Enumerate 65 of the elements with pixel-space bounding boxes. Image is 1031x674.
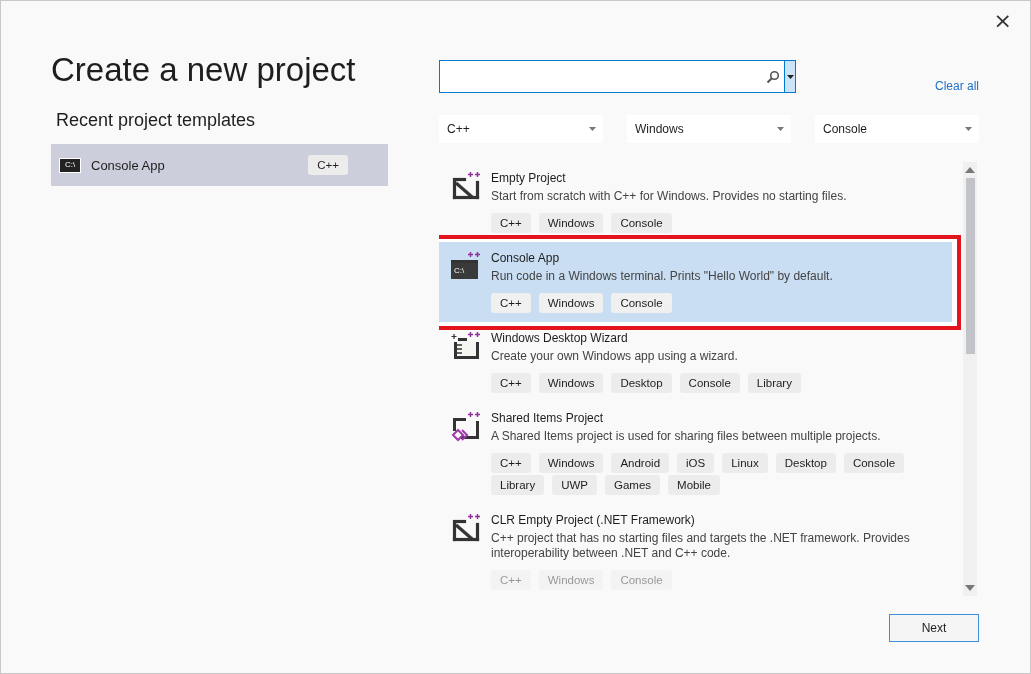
template-tag: Console: [611, 213, 672, 233]
blank-project-icon: [451, 514, 481, 544]
template-item[interactable]: Empty Project Start from scratch with C++ for Windows. Provides no starting files. C++ Windows Console: [439, 162, 961, 242]
search-icon: [766, 69, 780, 84]
template-item[interactable]: CLR Empty Project (.NET Framework) C++ project that has no starting files and targets the .NET framework. Provides interoperability between .NET and C++ code. C++ Windows Console: [439, 504, 961, 596]
template-tag: Console: [679, 373, 740, 393]
scrollbar[interactable]: [963, 162, 977, 596]
template-item[interactable]: C:\ Console App Run code in a Windows terminal. Prints "Hello World" by default. C++ Windows Console: [439, 242, 952, 322]
template-tag: Desktop: [611, 373, 672, 393]
caret-icon: [589, 127, 596, 131]
scroll-down-arrow-icon[interactable]: [965, 585, 975, 591]
dialog-title: Create a new project: [51, 50, 357, 90]
template-tag: Console: [611, 570, 672, 590]
template-name: Shared Items Project: [491, 410, 605, 426]
template-tag: C++: [491, 373, 531, 393]
caret-icon: [965, 127, 972, 131]
template-tag: Linux: [722, 453, 768, 473]
template-tag: Windows: [538, 373, 604, 393]
caret-icon: [786, 74, 794, 79]
filter-dropdown[interactable]: Windows: [627, 115, 791, 143]
filter-dropdown[interactable]: C++: [439, 115, 603, 143]
template-tag: Windows: [538, 570, 604, 590]
template-tag: Console: [611, 293, 672, 313]
template-tag: Library: [747, 373, 801, 393]
template-tag: Desktop: [775, 453, 836, 473]
template-tag: Android: [611, 453, 670, 473]
clear-all-link[interactable]: Clear all: [935, 79, 979, 93]
template-tag: Games: [605, 475, 661, 495]
template-description: C++ project that has no starting files and targets the .NET framework. Provides interoperability between .NET and C++ code.: [491, 531, 911, 561]
template-tag: Windows: [538, 213, 604, 233]
template-item[interactable]: Shared Items Project A Shared Items project is used for sharing files between multiple projects. C++ Windows Android iOS Linux Desktop Console Library UWP Games Mobile: [439, 402, 961, 504]
language-tag: C++: [308, 155, 348, 175]
template-tag: C++: [491, 293, 531, 313]
template-description: Create your own Windows app using a wizard.: [491, 349, 739, 364]
template-tag: Console: [843, 453, 905, 473]
recent-template-item[interactable]: C:\ Console App C++: [51, 144, 388, 186]
template-tag: Windows: [538, 453, 604, 473]
template-name: Console App: [491, 250, 561, 266]
section-heading: Recent project templates: [56, 109, 256, 132]
blank-project-icon: [451, 172, 481, 202]
search-field[interactable]: [439, 60, 796, 93]
template-tag: Windows: [538, 293, 604, 313]
template-tag: UWP: [552, 475, 597, 495]
template-description: A Shared Items project is used for sharing files between multiple projects.: [491, 429, 882, 444]
template-tag: Library: [491, 475, 545, 495]
filter-dropdown[interactable]: Console: [815, 115, 979, 143]
template-tag: C++: [491, 213, 531, 233]
next-button[interactable]: Next: [889, 614, 979, 642]
scroll-up-arrow-icon[interactable]: [965, 167, 975, 173]
template-name: CLR Empty Project (.NET Framework): [491, 512, 696, 528]
console-icon: C:\: [59, 157, 81, 173]
template-tag: C++: [491, 453, 531, 473]
template-tag: C++: [491, 570, 531, 590]
template-description: Run code in a Windows terminal. Prints "Hello World" by default.: [491, 269, 834, 284]
template-name: Windows Desktop Wizard: [491, 330, 629, 346]
template-tag: Mobile: [668, 475, 720, 495]
template-description: Start from scratch with C++ for Windows. Provides no starting files.: [491, 189, 848, 204]
wizard-icon: [451, 332, 481, 362]
shared-project-icon: [451, 412, 481, 442]
caret-icon: [777, 127, 784, 131]
template-tag: iOS: [677, 453, 715, 473]
search-dropdown-button[interactable]: [784, 61, 795, 92]
template-name: Empty Project: [491, 170, 567, 186]
template-item[interactable]: Windows Desktop Wizard Create your own Windows app using a wizard. C++ Windows Desktop Console Library: [439, 322, 961, 402]
close-button[interactable]: ×: [989, 9, 1016, 33]
